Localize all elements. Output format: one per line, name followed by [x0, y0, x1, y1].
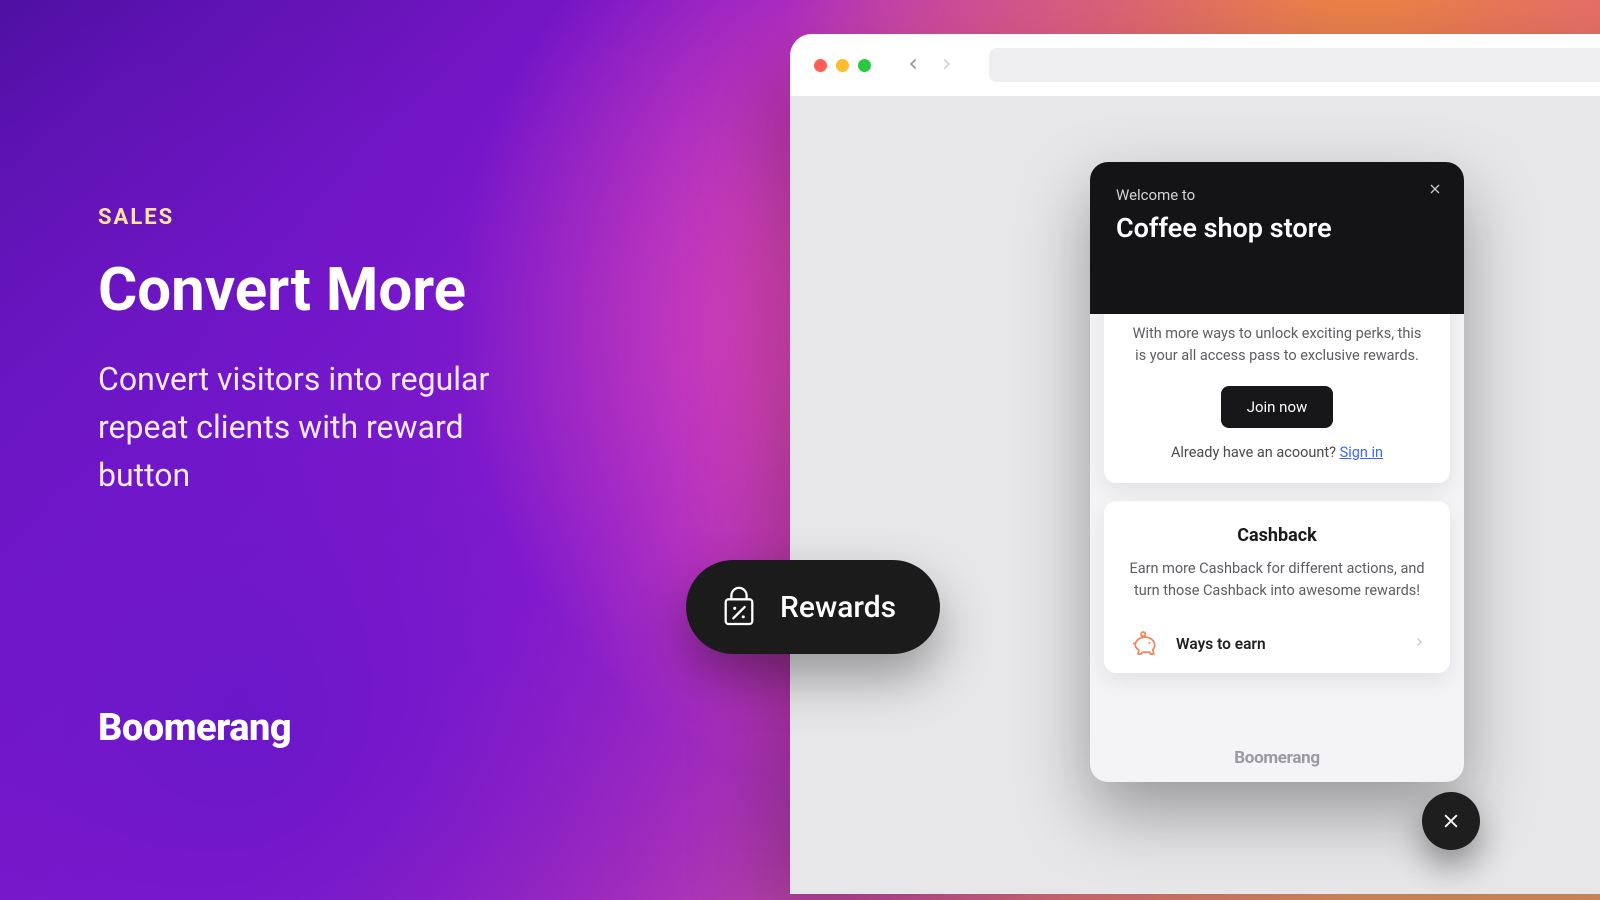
- ways-to-earn-row[interactable]: Ways to earn: [1126, 621, 1428, 659]
- widget-cards: Become a member With more ways to unlock…: [1090, 266, 1464, 738]
- member-text: With more ways to unlock exciting perks,…: [1126, 323, 1428, 368]
- back-icon[interactable]: [907, 56, 921, 75]
- widget-close-button[interactable]: [1424, 178, 1446, 200]
- url-bar[interactable]: [989, 48, 1600, 82]
- cashback-title: Cashback: [1126, 525, 1428, 546]
- promo-stage: SALES Convert More Convert visitors into…: [0, 0, 1600, 900]
- rewards-button[interactable]: Rewards: [686, 560, 940, 654]
- nav-arrows: [907, 56, 953, 75]
- already-account-text: Already have an acoount? Sign in: [1126, 444, 1428, 461]
- browser-toolbar: [790, 34, 1600, 96]
- traffic-close-icon[interactable]: [814, 59, 827, 72]
- floating-close-button[interactable]: [1422, 792, 1480, 850]
- already-label: Already have an acoount?: [1171, 444, 1336, 461]
- brand-wordmark: Boomerang: [98, 706, 291, 750]
- window-traffic-lights: [814, 59, 871, 72]
- marketing-copy: SALES Convert More Convert visitors into…: [98, 205, 658, 499]
- chevron-right-icon: [1414, 634, 1424, 653]
- piggy-bank-icon: [1130, 631, 1160, 657]
- subheadline: Convert visitors into regular repeat cli…: [98, 355, 558, 499]
- loyalty-widget: Welcome to Coffee shop store Become a me…: [1090, 162, 1464, 782]
- cashback-card: Cashback Earn more Cashback for differen…: [1104, 501, 1450, 673]
- cashback-text: Earn more Cashback for different actions…: [1126, 558, 1428, 603]
- forward-icon[interactable]: [939, 56, 953, 75]
- headline: Convert More: [98, 258, 658, 321]
- welcome-label: Welcome to: [1116, 186, 1438, 204]
- widget-header: Welcome to Coffee shop store: [1090, 162, 1464, 314]
- sign-in-link[interactable]: Sign in: [1340, 444, 1383, 461]
- traffic-zoom-icon[interactable]: [858, 59, 871, 72]
- store-name: Coffee shop store: [1116, 212, 1438, 244]
- widget-footer-brand: Boomerang: [1090, 738, 1464, 782]
- traffic-minimize-icon[interactable]: [836, 59, 849, 72]
- shopping-bag-percent-icon: [720, 586, 758, 628]
- ways-to-earn-label: Ways to earn: [1176, 635, 1398, 653]
- rewards-label: Rewards: [780, 590, 896, 625]
- eyebrow-label: SALES: [98, 205, 658, 230]
- join-now-button[interactable]: Join now: [1221, 386, 1334, 428]
